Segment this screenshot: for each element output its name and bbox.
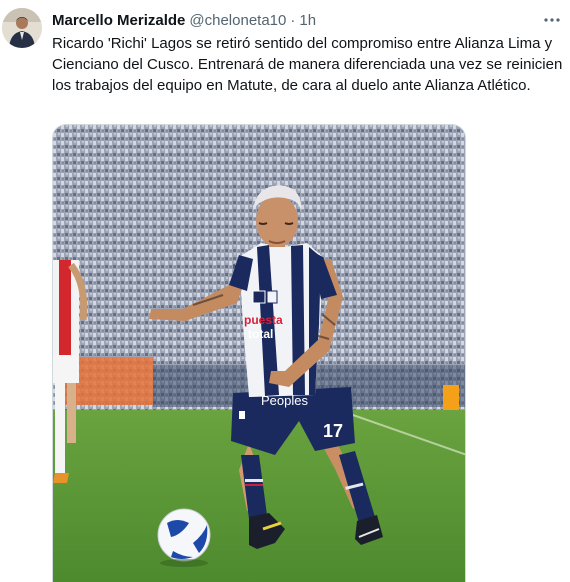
author-handle[interactable]: @cheloneta10 bbox=[189, 12, 286, 29]
jersey-sponsor-line1: puesta bbox=[244, 313, 283, 327]
shirt-number: 17 bbox=[323, 421, 343, 441]
author-display-name[interactable]: Marcello Merizalde bbox=[52, 12, 185, 29]
tweet-text: Ricardo 'Richi' Lagos se retiró sentido … bbox=[52, 35, 563, 94]
tweet-photo[interactable]: 17 Peoples NIKE puesta total bbox=[52, 124, 466, 582]
more-horizontal-icon[interactable] bbox=[542, 10, 562, 30]
jersey-sponsor-line2: total bbox=[248, 327, 273, 341]
tweet-timestamp[interactable]: 1h bbox=[299, 12, 316, 29]
tweet-card[interactable]: Marcello Merizalde @cheloneta10 · 1h Ric… bbox=[0, 0, 570, 582]
tweet-header: Marcello Merizalde @cheloneta10 · 1h bbox=[52, 10, 316, 30]
author-avatar[interactable] bbox=[2, 8, 42, 48]
header-separator: · bbox=[290, 11, 296, 29]
